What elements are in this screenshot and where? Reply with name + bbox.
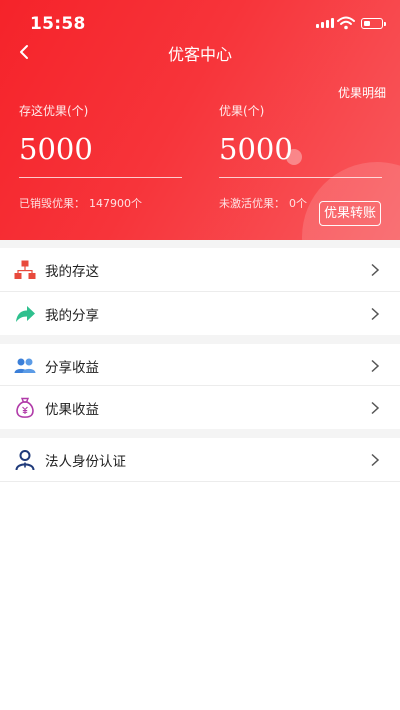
status-time: 15:58: [30, 14, 86, 34]
menu-item-share-earnings[interactable]: 分享收益: [0, 344, 400, 387]
chevron-right-icon: [371, 307, 380, 320]
section-gap: [0, 240, 400, 248]
share-arrow-icon: [16, 305, 35, 322]
stat-value: 5000: [19, 127, 182, 178]
chevron-right-icon: [371, 263, 380, 276]
page-title: 优客中心: [167, 45, 232, 64]
chevron-right-icon: [371, 359, 380, 372]
menu-item-label: 法人身份认证: [45, 453, 126, 470]
menu-item-label: 分享收益: [45, 359, 99, 376]
menu-item-legal-person-verification[interactable]: 法人身份认证: [0, 438, 400, 481]
menu-item-label: 我的存这: [45, 263, 99, 280]
status-bar: 15:58: [0, 0, 400, 46]
stat-sub-value: 0个: [289, 197, 307, 210]
stat-sub: 已销毁优果： 147900个: [19, 195, 182, 211]
stat-label: 优果(个): [219, 104, 265, 118]
divider: [0, 481, 400, 482]
wifi-icon: [337, 16, 355, 30]
stat-stored-youguo: 存这优果(个) 5000 已销毁优果： 147900个: [19, 102, 182, 211]
stat-label: 存这优果(个): [19, 104, 89, 118]
section-gap: [0, 429, 400, 438]
section-gap: [0, 335, 400, 344]
chevron-right-icon: [371, 401, 380, 414]
stat-youguo: 优果(个) 5000 未激活优果： 0个: [219, 102, 382, 211]
transfer-button[interactable]: 优果转账: [319, 201, 381, 226]
header-banner: 15:58 优客中心 优果明细 存这优果(个) 5000 已销毁优果： 14790…: [0, 0, 400, 240]
battery-icon: [361, 18, 386, 29]
org-chart-icon: [14, 260, 36, 279]
stat-sub-label: 已销毁优果：: [19, 197, 85, 210]
chevron-right-icon: [371, 453, 380, 466]
menu-item-my-cunzhe[interactable]: 我的存这: [0, 248, 400, 291]
detail-link[interactable]: 优果明细: [338, 84, 386, 101]
person-icon: [15, 449, 35, 470]
stat-sub-value: 147900个: [89, 197, 142, 210]
menu-item-label: 优果收益: [45, 401, 99, 418]
menu-item-youguo-earnings[interactable]: 优果收益: [0, 386, 400, 429]
menu-item-my-share[interactable]: 我的分享: [0, 292, 400, 335]
stat-value: 5000: [219, 127, 382, 178]
money-bag-icon: [16, 397, 34, 418]
stat-sub-label: 未激活优果：: [219, 197, 285, 210]
menu-item-label: 我的分享: [45, 307, 99, 324]
signal-icon: [316, 18, 334, 28]
users-icon: [14, 358, 36, 373]
